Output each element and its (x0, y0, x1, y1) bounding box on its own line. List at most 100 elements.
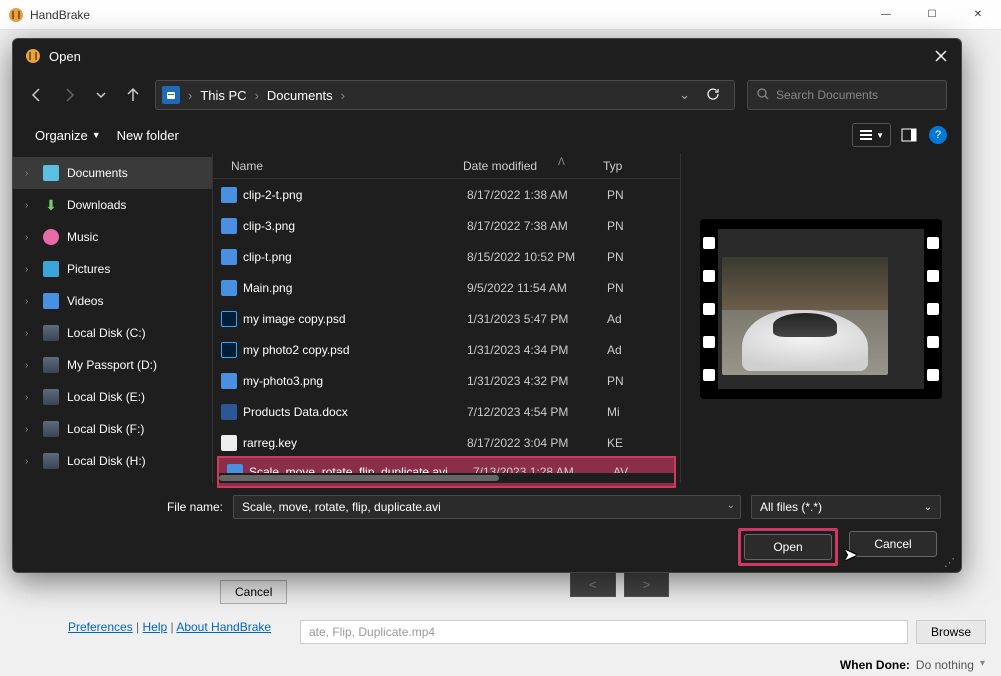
file-row[interactable]: my photo2 copy.psd1/31/2023 4:34 PMAd (213, 334, 680, 365)
file-date: 8/15/2022 10:52 PM (467, 250, 607, 264)
close-button[interactable]: ✕ (955, 0, 1001, 30)
file-date: 7/12/2023 4:54 PM (467, 405, 607, 419)
refresh-icon[interactable] (698, 87, 728, 104)
help-link[interactable]: Help (143, 620, 168, 634)
expand-icon[interactable]: › (25, 296, 28, 307)
file-row[interactable]: rarreg.key8/17/2022 3:04 PMKE (213, 427, 680, 458)
forward-icon (59, 85, 79, 105)
column-header-name[interactable]: Name (213, 159, 463, 173)
preview-pane (681, 153, 961, 483)
chevron-right-icon[interactable]: › (339, 88, 347, 103)
film-strip-icon (700, 219, 718, 399)
expand-icon[interactable]: › (25, 232, 28, 243)
chevron-down-icon[interactable]: ⌄ (671, 87, 698, 103)
horizontal-scrollbar[interactable] (219, 473, 674, 483)
chevron-down-icon[interactable]: ⌄ (727, 500, 735, 511)
sidebar-item-local-disk-e-[interactable]: ›Local Disk (E:) (13, 381, 212, 413)
cancel-button[interactable]: Cancel (220, 580, 287, 604)
expand-icon[interactable]: › (25, 200, 28, 211)
preview-pane-button[interactable] (897, 123, 921, 147)
file-row[interactable]: Scale, move, rotate, flip, duplicate.avi… (217, 456, 676, 488)
file-name: clip-2-t.png (243, 188, 467, 202)
expand-icon[interactable]: › (25, 360, 28, 371)
breadcrumb-segment[interactable]: Documents (261, 88, 339, 103)
file-type: Ad (607, 312, 647, 326)
open-button[interactable]: Open (744, 534, 832, 560)
resize-grip-icon[interactable]: ⋰ (944, 556, 955, 569)
expand-icon[interactable]: › (25, 456, 28, 467)
sidebar-item-local-disk-c-[interactable]: ›Local Disk (C:) (13, 317, 212, 349)
pictures-icon (43, 261, 59, 277)
file-name: my image copy.psd (243, 312, 467, 326)
sidebar-item-my-passport-d-[interactable]: ›My Passport (D:) (13, 349, 212, 381)
about-link[interactable]: About HandBrake (176, 620, 271, 634)
file-date: 8/17/2022 1:38 AM (467, 188, 607, 202)
sidebar-item-music[interactable]: ›Music (13, 221, 212, 253)
sidebar-item-pictures[interactable]: ›Pictures (13, 253, 212, 285)
search-box[interactable] (747, 80, 947, 110)
organize-button[interactable]: Organize ▼ (27, 124, 109, 147)
next-button[interactable]: > (624, 572, 670, 597)
sidebar-item-label: Local Disk (H:) (67, 454, 146, 468)
help-icon[interactable]: ? (929, 126, 947, 144)
search-input[interactable] (776, 88, 938, 102)
file-date: 1/31/2023 5:47 PM (467, 312, 607, 326)
filename-label: File name: (33, 500, 223, 514)
view-mode-button[interactable]: ▼ (852, 123, 891, 147)
cancel-button[interactable]: Cancel (849, 531, 937, 557)
png-file-icon (221, 187, 237, 203)
expand-icon[interactable]: › (25, 168, 28, 179)
prev-button[interactable]: < (570, 572, 616, 597)
preview-thumbnail (700, 219, 942, 399)
folder-icon (162, 86, 180, 104)
back-icon[interactable] (27, 85, 47, 105)
file-name: my photo2 copy.psd (243, 343, 467, 357)
sidebar-item-videos[interactable]: ›Videos (13, 285, 212, 317)
sidebar-item-documents[interactable]: ›Documents (13, 157, 212, 189)
up-icon[interactable] (123, 85, 143, 105)
preferences-link[interactable]: Preferences (68, 620, 133, 634)
expand-icon[interactable]: › (25, 392, 28, 403)
file-row[interactable]: my image copy.psd1/31/2023 5:47 PMAd (213, 303, 680, 334)
handbrake-app-icon (8, 7, 24, 23)
file-row[interactable]: Main.png9/5/2022 11:54 AMPN (213, 272, 680, 303)
filename-input[interactable] (233, 495, 741, 519)
docs-icon (43, 165, 59, 181)
file-date: 8/17/2022 3:04 PM (467, 436, 607, 450)
file-row[interactable]: clip-t.png8/15/2022 10:52 PMPN (213, 241, 680, 272)
file-row[interactable]: clip-2-t.png8/17/2022 1:38 AMPN (213, 179, 680, 210)
close-icon[interactable] (933, 48, 949, 64)
docx-file-icon (221, 404, 237, 420)
when-done-value[interactable]: Do nothing (916, 658, 974, 672)
file-date: 1/31/2023 4:34 PM (467, 343, 607, 357)
file-row[interactable]: Products Data.docx7/12/2023 4:54 PMMi (213, 396, 680, 427)
chevron-right-icon[interactable]: › (253, 88, 261, 103)
file-date: 1/31/2023 4:32 PM (467, 374, 607, 388)
column-header-type[interactable]: Typ (603, 159, 643, 173)
sidebar-item-local-disk-f-[interactable]: ›Local Disk (F:) (13, 413, 212, 445)
sidebar-item-downloads[interactable]: ›⬇Downloads (13, 189, 212, 221)
chevron-down-icon: ▾ (980, 658, 985, 672)
file-type: PN (607, 188, 647, 202)
expand-icon[interactable]: › (25, 424, 28, 435)
dialog-title: Open (49, 49, 933, 64)
file-row[interactable]: my-photo3.png1/31/2023 4:32 PMPN (213, 365, 680, 396)
psd-file-icon (221, 311, 237, 327)
handbrake-app-icon (25, 48, 41, 64)
recent-dropdown-icon[interactable] (91, 85, 111, 105)
column-header-date[interactable]: Date modified (463, 159, 603, 173)
minimize-button[interactable]: — (863, 0, 909, 30)
disk-icon (43, 357, 59, 373)
breadcrumb-segment[interactable]: This PC (194, 88, 252, 103)
expand-icon[interactable]: › (25, 328, 28, 339)
expand-icon[interactable]: › (25, 264, 28, 275)
new-folder-button[interactable]: New folder (109, 124, 187, 147)
chevron-right-icon[interactable]: › (186, 88, 194, 103)
maximize-button[interactable]: ☐ (909, 0, 955, 30)
file-type-filter[interactable]: All files (*.*) ⌄ (751, 495, 941, 519)
file-row[interactable]: clip-3.png8/17/2022 7:38 AMPN (213, 210, 680, 241)
breadcrumb[interactable]: › This PC › Documents › ⌄ (155, 80, 735, 110)
output-path-field[interactable]: ate, Flip, Duplicate.mp4 (300, 620, 908, 644)
browse-button[interactable]: Browse (916, 620, 986, 644)
sidebar-item-local-disk-h-[interactable]: › Local Disk (H:) (13, 445, 212, 477)
